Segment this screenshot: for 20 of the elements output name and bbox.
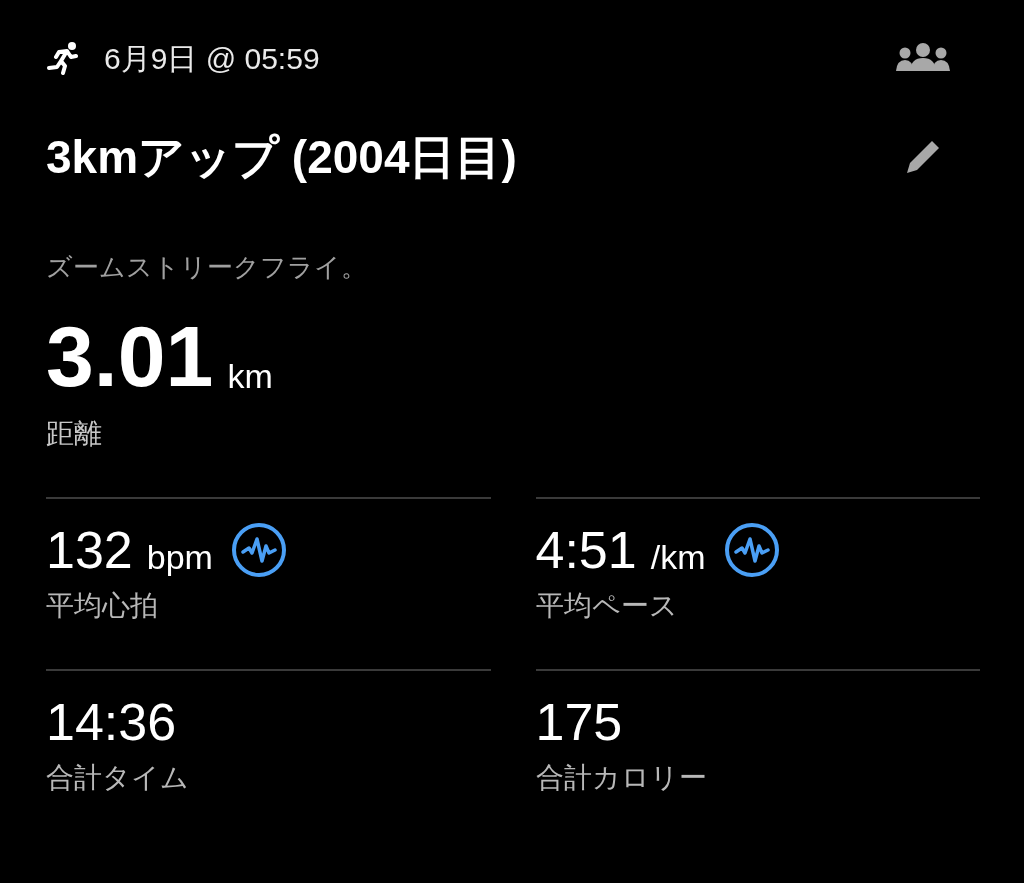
stat-label: 平均ペース [535,589,679,623]
graph-icon[interactable] [230,522,287,578]
distance-value: 3.01 [46,313,214,399]
distance-label: 距離 [46,417,103,451]
graph-icon[interactable] [723,522,780,578]
stat-value: 14:36 [46,696,177,748]
pencil-icon[interactable] [904,138,942,176]
stat-label: 合計タイム [46,761,190,795]
stat-value: 175 [535,696,623,748]
stat-label: 平均心拍 [46,589,159,623]
distance-unit: km [227,359,273,393]
stat-value: 132 [46,524,133,576]
activity-date: 6月9日 @ 05:59 [104,40,320,77]
stat-value: 4:51 [535,524,637,576]
activity-description: ズームストリークフライ。 [46,251,368,284]
stat-unit: bpm [146,540,213,574]
group-icon[interactable] [896,43,950,73]
stat-unit: /km [650,540,706,574]
stat-label: 合計カロリー [535,761,708,795]
runner-icon [46,41,80,75]
